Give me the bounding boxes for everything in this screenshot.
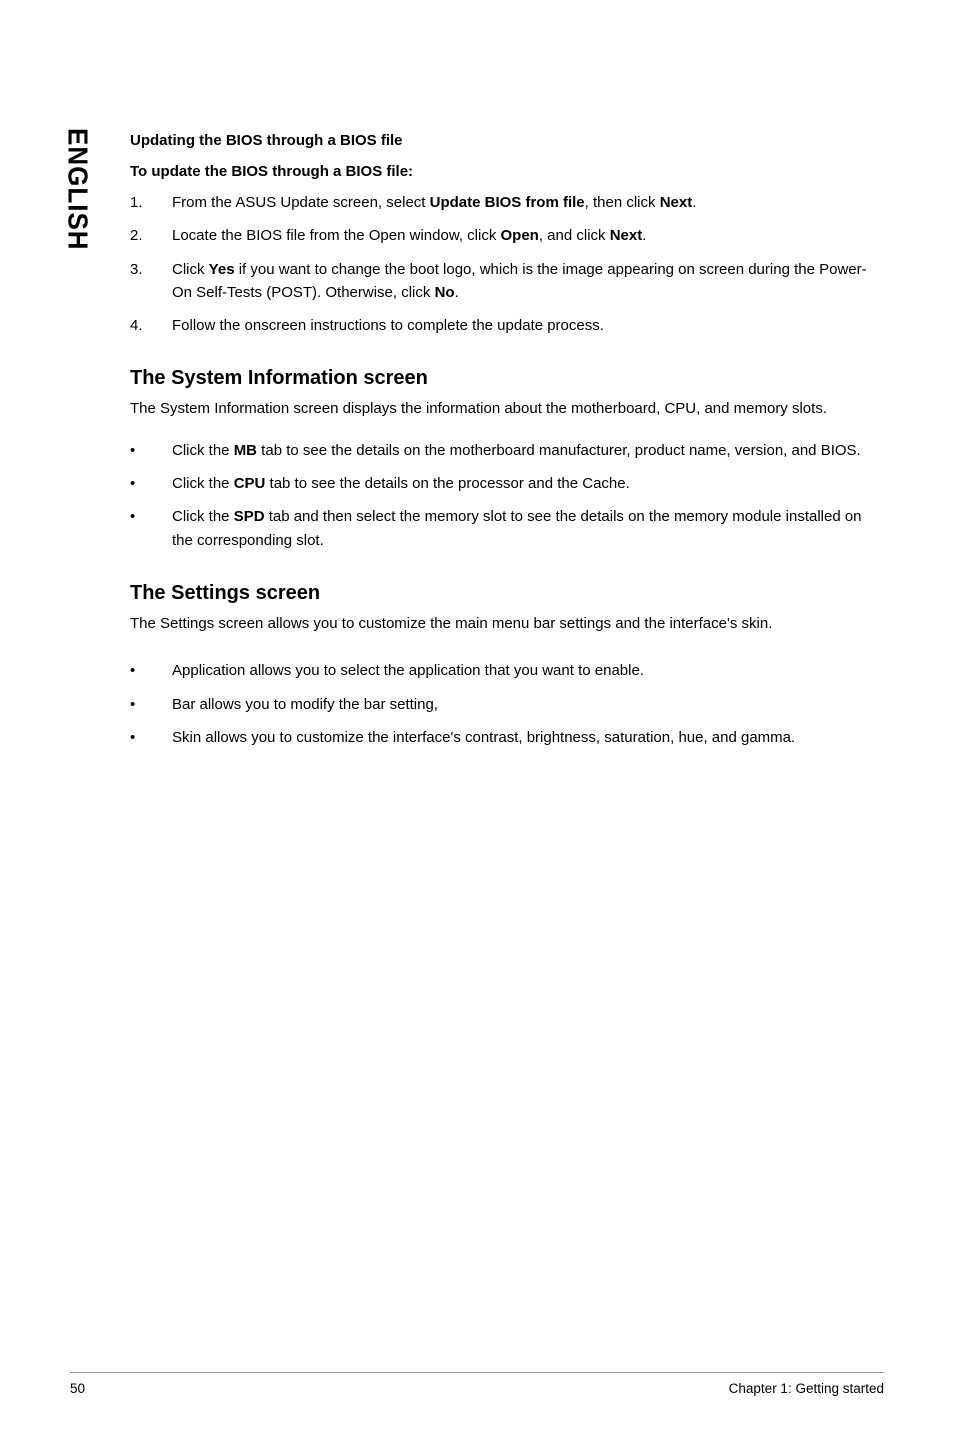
text-bold: Update BIOS from file [430,194,585,211]
settings-intro: The Settings screen allows you to custom… [130,613,884,636]
step-text: Locate the BIOS file from the Open windo… [172,224,646,247]
update-bios-steps: 1. From the ASUS Update screen, select U… [130,191,884,337]
text-bold: No [435,284,455,301]
step-text: Click Yes if you want to change the boot… [172,258,884,305]
page-footer: 50 Chapter 1: Getting started [70,1372,884,1396]
list-item: 1. From the ASUS Update screen, select U… [130,191,884,214]
list-item: 3. Click Yes if you want to change the b… [130,258,884,305]
text-run: tab to see the details on the processor … [265,475,629,492]
list-item: 2. Locate the BIOS file from the Open wi… [130,224,884,247]
system-info-title: The System Information screen [130,367,884,390]
text-bold: SPD [234,508,265,525]
step-number: 4. [130,314,172,337]
text-run: Locate the BIOS file from the Open windo… [172,227,501,244]
bullet-text: Click the SPD tab and then select the me… [172,505,884,552]
step-number: 1. [130,191,172,214]
list-item: • Bar allows you to modify the bar setti… [130,693,884,716]
content-area: Updating the BIOS through a BIOS file To… [130,130,884,749]
bullet-icon: • [130,439,172,462]
text-run: tab and then select the memory slot to s… [172,508,862,548]
bullet-icon: • [130,472,172,495]
update-bios-heading-2: To update the BIOS through a BIOS file: [130,161,884,184]
list-item: 4. Follow the onscreen instructions to c… [130,314,884,337]
text-run: , then click [585,194,660,211]
text-run: if you want to change the boot logo, whi… [172,261,867,301]
text-run: Click the [172,442,234,459]
page-number: 50 [70,1381,85,1396]
text-run: From the ASUS Update screen, select [172,194,430,211]
text-bold: Yes [209,261,235,278]
settings-list: • Application allows you to select the a… [130,659,884,749]
text-run: Click the [172,475,234,492]
chapter-label: Chapter 1: Getting started [729,1381,884,1396]
list-item: • Skin allows you to customize the inter… [130,726,884,749]
text-bold: Next [660,194,693,211]
bullet-icon: • [130,659,172,682]
list-item: • Click the MB tab to see the details on… [130,439,884,462]
text-run: Click the [172,508,234,525]
bullet-text: Bar allows you to modify the bar setting… [172,693,438,716]
document-page: ENGLISH Updating the BIOS through a BIOS… [0,0,954,1438]
system-info-intro: The System Information screen displays t… [130,398,884,421]
text-run: tab to see the details on the motherboar… [257,442,861,459]
list-item: • Click the SPD tab and then select the … [130,505,884,552]
language-side-label: ENGLISH [61,128,94,251]
update-bios-heading-1: Updating the BIOS through a BIOS file [130,130,884,153]
bullet-text: Click the CPU tab to see the details on … [172,472,630,495]
system-info-list: • Click the MB tab to see the details on… [130,439,884,552]
text-run: Click [172,261,209,278]
text-run: , and click [539,227,610,244]
list-item: • Application allows you to select the a… [130,659,884,682]
text-bold: Open [501,227,539,244]
text-bold: MB [234,442,257,459]
text-run: . [455,284,459,301]
text-run: . [692,194,696,211]
list-item: • Click the CPU tab to see the details o… [130,472,884,495]
bullet-text: Click the MB tab to see the details on t… [172,439,861,462]
bullet-text: Skin allows you to customize the interfa… [172,726,795,749]
step-number: 2. [130,224,172,247]
text-bold: CPU [234,475,266,492]
bullet-icon: • [130,693,172,716]
step-text: From the ASUS Update screen, select Upda… [172,191,696,214]
text-run: . [642,227,646,244]
bullet-icon: • [130,726,172,749]
text-run: Follow the onscreen instructions to comp… [172,317,604,334]
bullet-text: Application allows you to select the app… [172,659,644,682]
step-text: Follow the onscreen instructions to comp… [172,314,604,337]
bullet-icon: • [130,505,172,552]
step-number: 3. [130,258,172,305]
text-bold: Next [610,227,643,244]
settings-title: The Settings screen [130,582,884,605]
